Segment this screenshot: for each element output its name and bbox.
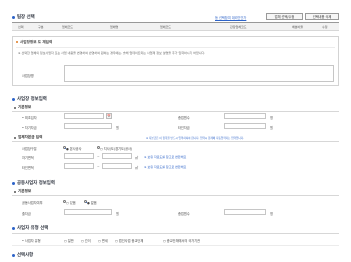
section4-bullet-icon bbox=[12, 227, 15, 230]
section1-title: 사업장정보 도 재입력 bbox=[20, 40, 53, 44]
capital-note: ※ 자본금은 이 항목을 반드시 입력하셔야 합니다. 입력시 합계에 자동입력… bbox=[146, 137, 244, 140]
delete-selection-button[interactable]: 선택내용 삭제 bbox=[305, 13, 339, 20]
joint-owner-label: 공동사업자여부 bbox=[22, 201, 43, 205]
th-select: 선택 bbox=[18, 25, 24, 29]
first-date-label: • 최초입자 bbox=[22, 116, 37, 120]
own-fund-input[interactable] bbox=[64, 123, 112, 129]
basic-info-dot-icon bbox=[14, 107, 16, 109]
employee-unit: 명 bbox=[270, 116, 273, 120]
other-area-label: 타인면적 bbox=[22, 166, 34, 170]
capital-divider bbox=[12, 141, 339, 142]
capital-title: 업체자본금 입력 bbox=[18, 135, 43, 139]
th-code2: 업체코드 bbox=[160, 25, 172, 29]
calendar-icon[interactable]: 📅 bbox=[106, 113, 112, 119]
select-company-button[interactable]: 업체 선택/수정 bbox=[266, 13, 303, 20]
other-fund-input[interactable] bbox=[224, 123, 266, 129]
branch-radio-label: ○ 지사(도)경기도(공사) bbox=[100, 147, 133, 151]
th-code: 업체코드 bbox=[62, 25, 74, 29]
th-manage-code: 관장업체코드 bbox=[230, 25, 247, 29]
business-type-option-simple[interactable]: ○ 간이 bbox=[81, 238, 91, 243]
section3-title: 공동사업자 정보입력 bbox=[17, 181, 55, 186]
section2-title: 사업장 정보입력 bbox=[17, 97, 47, 102]
section2-sub: 기본정보 bbox=[18, 105, 32, 109]
other-area-unit: ㎡ bbox=[135, 166, 139, 170]
joint-employee-unit: 명 bbox=[270, 212, 273, 216]
business-type-option-exempt[interactable]: ○ 면세 bbox=[98, 238, 108, 243]
workplace-name-input[interactable] bbox=[64, 65, 334, 82]
th-ratio: 배분비율 bbox=[292, 25, 304, 29]
other-area-link[interactable]: ※ 보유 자료도를 참고로 변환해요 bbox=[144, 165, 186, 169]
own-area-input[interactable] bbox=[64, 153, 94, 159]
section1-divider bbox=[16, 47, 335, 48]
section5-bullet-icon bbox=[12, 254, 15, 257]
investment-input[interactable] bbox=[64, 209, 112, 215]
other-fund-unit: 원 bbox=[270, 126, 273, 130]
other-area-input[interactable] bbox=[64, 163, 94, 169]
joint-no-label: ● 없음 bbox=[87, 201, 97, 205]
section3-sub: 기본정보 bbox=[18, 189, 32, 193]
page-title: 팀장 선택 bbox=[17, 15, 35, 20]
section-bullet-icon bbox=[12, 16, 15, 19]
th-edit: 수정 bbox=[322, 25, 328, 29]
section3-divider bbox=[12, 195, 339, 196]
own-area-link[interactable]: ※ 보유 자료도를 참고로 변환해요 bbox=[144, 155, 186, 159]
business-type-label: • 사업자 유형 bbox=[22, 239, 41, 243]
table-header-border bbox=[12, 30, 339, 31]
th-name: 업체명 bbox=[110, 25, 119, 29]
workplace-name-label: 사업장명 bbox=[22, 74, 34, 78]
other-area-sep: ~ bbox=[97, 165, 100, 169]
section1-note: ※ 선택한 업체의 정보사업자 또는 사업 내용을 변경하여 반영하여 원하는 … bbox=[18, 51, 206, 55]
own-fund-label: • 자기자금 bbox=[22, 126, 37, 130]
own-area-input-2[interactable] bbox=[102, 153, 132, 159]
employee-count-input[interactable] bbox=[224, 113, 266, 119]
section4-title: 사업자 유형 선택 bbox=[17, 226, 49, 231]
first-date-input[interactable] bbox=[64, 113, 104, 119]
capital-dot-icon bbox=[14, 137, 16, 139]
own-fund-unit: 원 bbox=[116, 126, 119, 130]
section2-bullet-icon bbox=[12, 98, 15, 101]
joint-yes-label: ○ 있음 bbox=[66, 201, 76, 205]
business-type-option-gov[interactable]: ○ 종교단체에서의 국가기관 bbox=[163, 238, 200, 243]
section4-bottom bbox=[12, 245, 339, 246]
workplace-type-label: 사업장구분 bbox=[22, 147, 37, 151]
joint-employee-label: 종업원수 bbox=[178, 212, 190, 216]
other-fund-label: 타인자금 bbox=[178, 126, 190, 130]
joint-employee-input[interactable] bbox=[224, 209, 266, 215]
business-type-option-religious[interactable]: ○ 법인사업 종교단체 bbox=[115, 238, 143, 243]
section3-bullet-icon bbox=[12, 182, 15, 185]
hq-radio-label: ● 본사공사 bbox=[66, 147, 82, 151]
business-type-option-general[interactable]: ○ 일반 bbox=[64, 238, 74, 243]
other-area-input-2[interactable] bbox=[102, 163, 132, 169]
section3-dot-icon bbox=[14, 191, 16, 193]
own-area-unit: ㎡ bbox=[135, 156, 139, 160]
investment-label: 출자금 bbox=[22, 212, 31, 216]
own-area-label: 자기면적 bbox=[22, 156, 34, 160]
delegate-link[interactable]: 등 선택참여 대리인인가 bbox=[215, 15, 246, 20]
section2-divider bbox=[12, 111, 339, 112]
own-area-sep: ~ bbox=[97, 155, 100, 159]
th-type: 구분 bbox=[38, 25, 44, 29]
investment-unit: 원 bbox=[116, 212, 119, 216]
section5-title: 선택사항 bbox=[17, 253, 34, 258]
employee-count-label: 종업원수 bbox=[178, 116, 190, 120]
section4-divider bbox=[12, 233, 339, 234]
